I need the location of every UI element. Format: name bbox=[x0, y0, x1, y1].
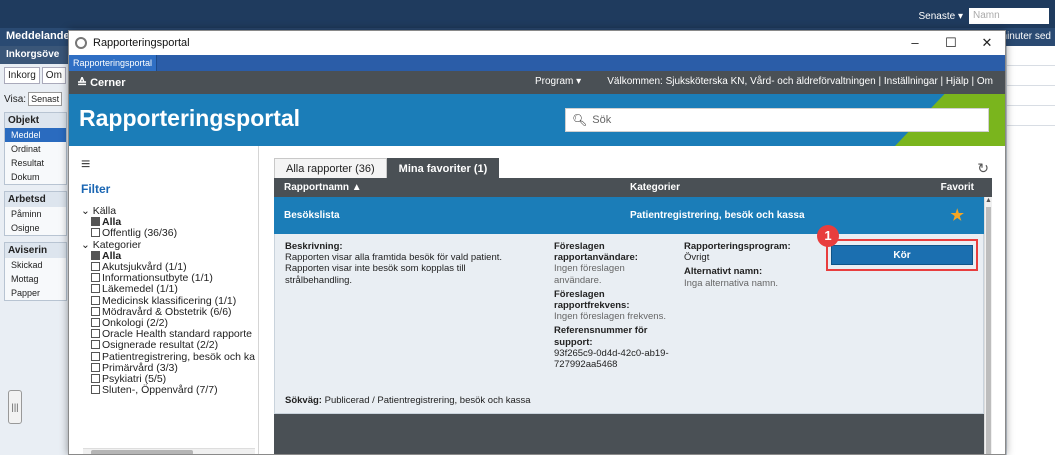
search-icon: 🔍︎ bbox=[572, 113, 588, 127]
table-row[interactable]: Besökslista Patientregistrering, besök o… bbox=[274, 197, 984, 234]
report-main: Alla rapporter (36) Mina favoriter (1) ↻… bbox=[260, 146, 1005, 454]
scroll-up-icon[interactable]: ▲ bbox=[985, 197, 992, 205]
group-header[interactable]: Objekt bbox=[5, 113, 66, 128]
tab-om[interactable]: Om bbox=[41, 67, 66, 84]
checkbox[interactable] bbox=[91, 284, 100, 294]
chevron-down-icon: ⌄ bbox=[81, 238, 93, 251]
report-detail: Beskrivning: Rapporten visar alla framti… bbox=[274, 225, 984, 414]
tab-report-portal[interactable]: Rapporteringsportal bbox=[69, 55, 158, 71]
run-button-highlight: Kör bbox=[826, 239, 978, 271]
search-placeholder: Sök bbox=[592, 114, 612, 126]
filter-checkbox-item[interactable]: Sluten-, Öppenvård (7/7) bbox=[81, 385, 258, 396]
refresh-icon[interactable]: ↻ bbox=[977, 160, 989, 177]
favorite-star-icon[interactable]: ★ bbox=[951, 206, 964, 224]
list-item[interactable]: Resultat bbox=[5, 156, 66, 170]
window-tabstrip: Rapporteringsportal bbox=[69, 55, 1005, 71]
checkbox[interactable] bbox=[91, 362, 100, 372]
report-portal-window: Rapporteringsportal – ☐ ✕ Rapporteringsp… bbox=[68, 30, 1006, 455]
group-arbetsd: Arbetsd Påminn Osigne bbox=[4, 191, 67, 236]
list-item[interactable]: Skickad bbox=[5, 258, 66, 272]
tab-my-favorites[interactable]: Mina favoriter (1) bbox=[386, 158, 500, 178]
step-badge: 1 bbox=[817, 225, 839, 247]
maximize-button[interactable]: ☐ bbox=[933, 31, 969, 55]
group-objekt: Objekt Meddel Ordinat Resultat Dokum bbox=[4, 112, 67, 185]
list-item[interactable]: Meddel bbox=[5, 128, 66, 142]
cerner-toolbar: ≙ Cerner Program ▾ Välkommen: Sjuksköter… bbox=[69, 71, 1005, 94]
background-top-right: Senaste ▾ Namn bbox=[918, 8, 1055, 24]
run-button[interactable]: Kör bbox=[831, 245, 973, 265]
portal-banner: Rapporteringsportal 🔍︎ Sök bbox=[69, 94, 1005, 146]
background-top-bar bbox=[0, 0, 1055, 28]
list-item[interactable]: Påminn bbox=[5, 207, 66, 221]
checkbox[interactable] bbox=[91, 228, 100, 238]
vertical-scrollbar[interactable]: ▲ bbox=[984, 197, 992, 454]
cerner-logo-icon: ≙ bbox=[77, 75, 88, 90]
portal-title: Rapporteringsportal bbox=[79, 105, 301, 131]
chevron-down-icon: ⌄ bbox=[81, 205, 93, 217]
checkbox[interactable] bbox=[91, 262, 100, 272]
visa-select[interactable]: Senast bbox=[28, 92, 63, 106]
checkbox[interactable] bbox=[91, 385, 100, 395]
inbox-header: Inkorgsöve bbox=[0, 46, 71, 64]
welcome-links[interactable]: Välkommen: Sjuksköterska KN, Vård- och ä… bbox=[607, 76, 993, 87]
checkbox[interactable] bbox=[91, 273, 100, 283]
name-search-input[interactable]: Namn bbox=[969, 8, 1049, 24]
report-category: Patientregistrering, besök och kassa bbox=[630, 210, 805, 221]
column-favorite[interactable]: Favorit bbox=[941, 182, 974, 193]
list-item[interactable]: Ordinat bbox=[5, 142, 66, 156]
checkbox[interactable] bbox=[91, 374, 100, 384]
report-path: Sökväg: Publicerad / Patientregistrering… bbox=[285, 395, 531, 406]
table-footer-area bbox=[274, 414, 984, 454]
app-icon bbox=[75, 37, 87, 49]
close-button[interactable]: ✕ bbox=[969, 31, 1005, 55]
column-report-name[interactable]: Rapportnamn ▲ bbox=[284, 182, 362, 193]
list-item[interactable]: Papper bbox=[5, 286, 66, 300]
checkbox[interactable] bbox=[91, 329, 100, 339]
program-menu[interactable]: Program ▾ bbox=[535, 76, 581, 87]
group-header[interactable]: Arbetsd bbox=[5, 192, 66, 207]
program-block: Rapporteringsprogram: Övrigt Alternativt… bbox=[684, 241, 791, 289]
splitter-handle[interactable]: ||| bbox=[8, 390, 22, 424]
recent-dropdown[interactable]: Senaste ▾ bbox=[918, 11, 963, 22]
list-item[interactable]: Osigne bbox=[5, 221, 66, 235]
group-aviserin: Aviserin Skickad Mottag Papper bbox=[4, 242, 67, 301]
hamburger-menu-icon[interactable]: ≡ bbox=[81, 156, 90, 174]
group-header[interactable]: Aviserin bbox=[5, 243, 66, 258]
checkbox[interactable] bbox=[91, 295, 100, 305]
report-name: Besökslista bbox=[284, 210, 340, 221]
tab-inbox[interactable]: Inkorg bbox=[4, 67, 40, 84]
list-item[interactable]: Dokum bbox=[5, 170, 66, 184]
filter-title: Filter bbox=[81, 182, 111, 196]
column-category[interactable]: Kategorier bbox=[630, 182, 680, 193]
search-input[interactable]: 🔍︎ Sök bbox=[565, 108, 989, 132]
checkbox[interactable] bbox=[91, 351, 100, 361]
background-right-panel bbox=[1006, 46, 1055, 455]
checkbox[interactable] bbox=[91, 250, 100, 260]
visa-label: Visa: bbox=[4, 93, 27, 105]
checkbox[interactable] bbox=[91, 217, 100, 227]
checkbox[interactable] bbox=[91, 306, 100, 316]
window-title: Rapporteringsportal bbox=[93, 37, 190, 49]
filter-sidebar: ≡ Filter ⌄ Källa Alla Offentlig (36/36) ⌄ K… bbox=[69, 146, 259, 454]
background-title: Meddelande bbox=[6, 30, 70, 42]
cerner-logo: ≙ Cerner bbox=[77, 75, 126, 90]
checkbox[interactable] bbox=[91, 318, 100, 328]
table-header: Rapportnamn ▲ Kategorier Favorit bbox=[274, 178, 992, 197]
minimize-button[interactable]: – bbox=[897, 31, 933, 55]
list-item[interactable]: Mottag bbox=[5, 272, 66, 286]
filter-list: ⌄ Källa Alla Offentlig (36/36) ⌄ Kategorier… bbox=[81, 205, 258, 396]
window-titlebar[interactable]: Rapporteringsportal – ☐ ✕ bbox=[69, 31, 1005, 55]
description-block: Beskrivning: Rapporten visar alla framti… bbox=[285, 241, 503, 286]
suggestions-block: Föreslagen rapportanvändare: Ingen föres… bbox=[554, 241, 669, 371]
horizontal-scrollbar[interactable] bbox=[83, 448, 255, 454]
checkbox[interactable] bbox=[91, 340, 100, 350]
tab-all-reports[interactable]: Alla rapporter (36) bbox=[274, 158, 387, 178]
